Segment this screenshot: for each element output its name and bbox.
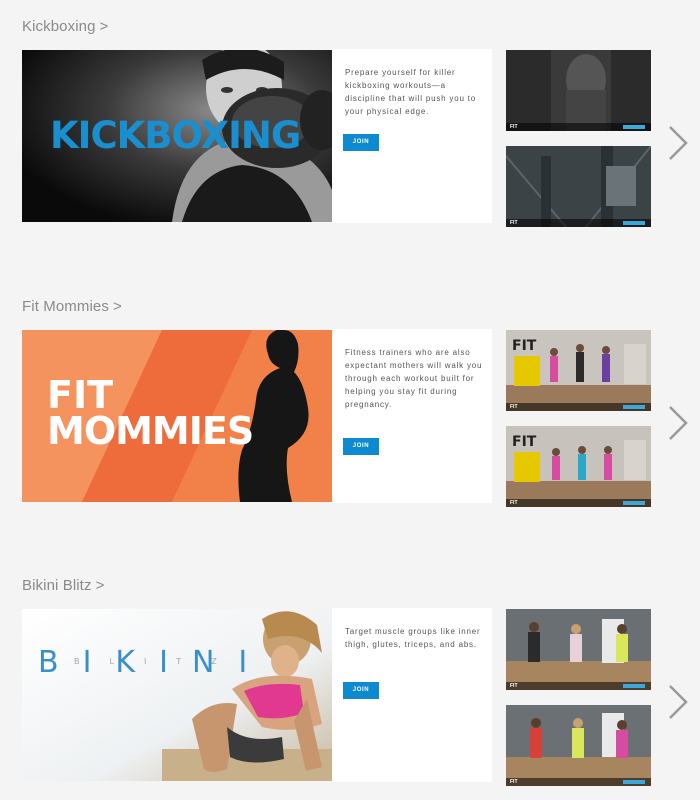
duration-tag	[623, 405, 645, 409]
chevron-right-icon[interactable]	[666, 123, 690, 163]
thumbnail-bar: FIT	[506, 499, 651, 507]
duration-tag	[623, 221, 645, 225]
description-card-kickboxing: Prepare yourself for killer kickboxing w…	[332, 49, 492, 223]
bikini-blitz-hero-art	[22, 609, 332, 781]
join-button[interactable]: JOIN	[343, 134, 379, 151]
thumbnail-bar: FIT	[506, 219, 651, 227]
fit-logo: FIT	[510, 779, 518, 785]
thumbnail-art: FIT	[506, 330, 651, 411]
thumbnail-bar: FIT	[506, 403, 651, 411]
video-thumbnail[interactable]: FIT	[506, 609, 651, 690]
duration-tag	[623, 780, 645, 784]
chevron-right-icon: >	[95, 577, 105, 594]
hero-image-kickboxing[interactable]: KICKBOXING	[22, 50, 332, 222]
video-thumbnail[interactable]: FIT FIT	[506, 330, 651, 411]
duration-tag	[623, 501, 645, 505]
fit-logo: FIT	[510, 404, 518, 410]
thumbnail-bar: FIT	[506, 123, 651, 131]
chevron-right-icon: >	[112, 298, 122, 315]
svg-text:FIT: FIT	[512, 434, 537, 450]
video-thumbnail[interactable]: FIT	[506, 146, 651, 227]
hero-title-kickboxing: KICKBOXING	[50, 114, 301, 157]
section-title-bikini-blitz[interactable]: Bikini Blitz >	[22, 577, 104, 594]
duration-tag	[623, 125, 645, 129]
section-title-label: Bikini Blitz	[22, 577, 92, 594]
svg-text:FIT: FIT	[512, 338, 537, 354]
hero-title-line2: MOMMIES	[47, 409, 254, 453]
duration-tag	[623, 684, 645, 688]
hero-title-blitz: BLITZ	[74, 657, 247, 666]
fit-logo: FIT	[510, 220, 518, 226]
section-bikini-blitz: Bikini Blitz > BIKINI BLITZ Target muscl…	[0, 577, 700, 800]
thumbnail-bar: FIT	[506, 778, 651, 786]
chevron-right-icon: >	[99, 18, 109, 35]
join-button[interactable]: JOIN	[343, 438, 379, 455]
chevron-right-icon[interactable]	[666, 403, 690, 443]
section-title-kickboxing[interactable]: Kickboxing >	[22, 18, 108, 35]
chevron-right-icon[interactable]	[666, 682, 690, 722]
section-title-fit-mommies[interactable]: Fit Mommies >	[22, 298, 122, 315]
section-title-label: Fit Mommies	[22, 298, 109, 315]
thumbnail-bar: FIT	[506, 682, 651, 690]
hero-image-fit-mommies[interactable]: FIT MOMMIES	[22, 330, 332, 502]
thumbnail-art	[506, 146, 651, 227]
description-text: Target muscle groups like inner thigh, g…	[345, 627, 481, 649]
video-thumbnail[interactable]: FIT FIT	[506, 426, 651, 507]
thumbnail-art	[506, 609, 651, 690]
section-title-label: Kickboxing	[22, 18, 96, 35]
thumbnail-art	[506, 50, 651, 131]
section-fit-mommies: Fit Mommies > FIT MOMMIES Fitness trainer…	[0, 298, 700, 528]
fit-logo: FIT	[510, 683, 518, 689]
thumbnail-art: FIT	[506, 426, 651, 507]
video-thumbnail[interactable]: FIT	[506, 705, 651, 786]
thumbnail-art	[506, 705, 651, 786]
description-card-fit-mommies: Fitness trainers who are also expectant …	[332, 329, 492, 503]
join-button[interactable]: JOIN	[343, 682, 379, 699]
fit-logo: FIT	[510, 124, 518, 130]
hero-image-bikini-blitz[interactable]: BIKINI BLITZ	[22, 609, 332, 781]
description-text: Fitness trainers who are also expectant …	[345, 348, 483, 409]
fit-logo: FIT	[510, 500, 518, 506]
description-card-bikini-blitz: Target muscle groups like inner thigh, g…	[332, 608, 492, 782]
video-thumbnail[interactable]: FIT	[506, 50, 651, 131]
section-kickboxing: Kickboxing > KICKBOXING Prepare yourself…	[0, 18, 700, 248]
description-text: Prepare yourself for killer kickboxing w…	[345, 68, 476, 116]
